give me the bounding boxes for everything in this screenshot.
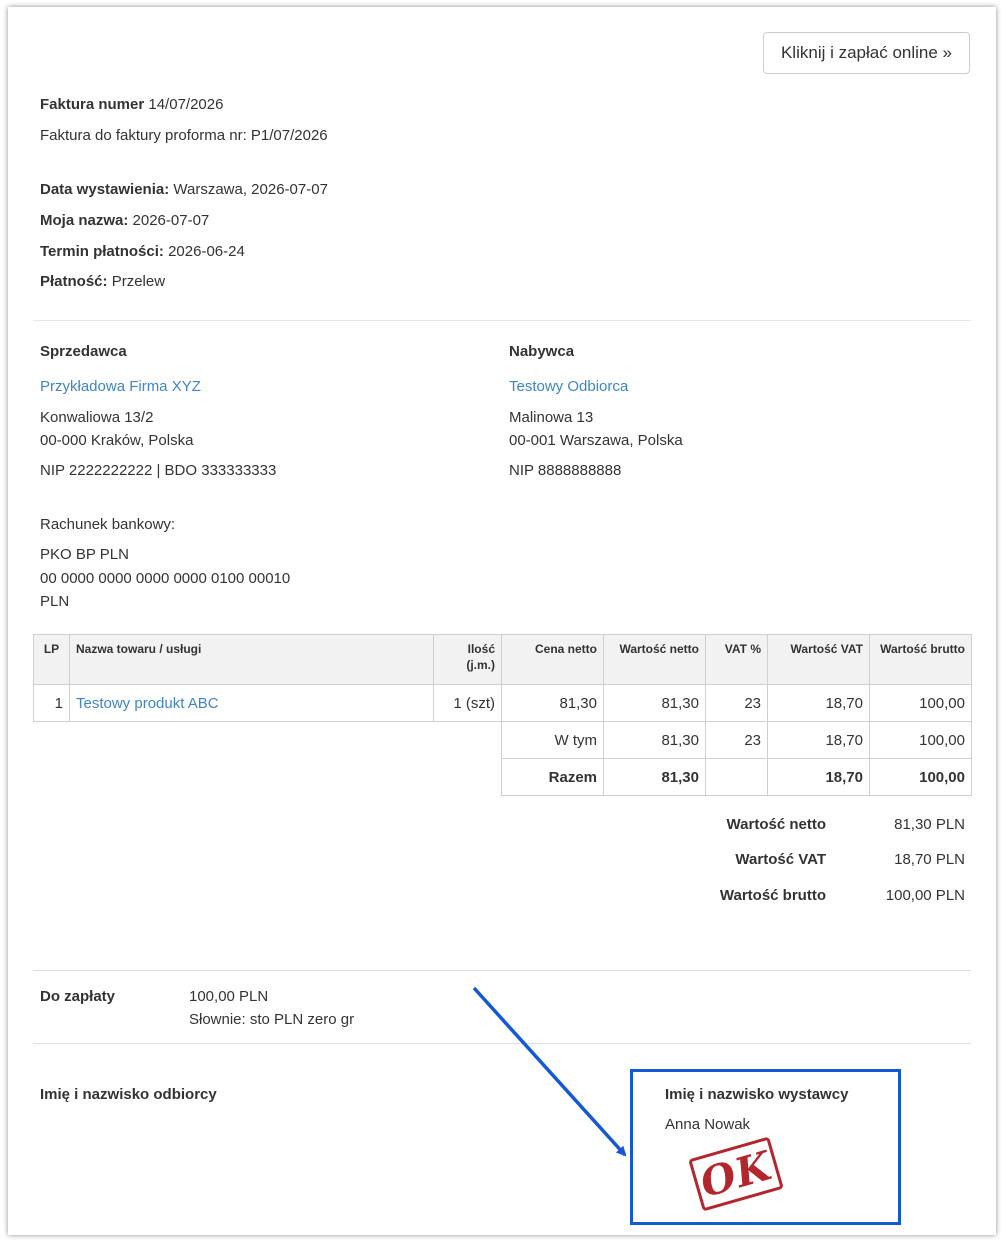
invoice-page: Kliknij i zapłać online » Faktura numer …	[8, 7, 996, 1235]
annotation-arrow-icon	[472, 986, 627, 1157]
